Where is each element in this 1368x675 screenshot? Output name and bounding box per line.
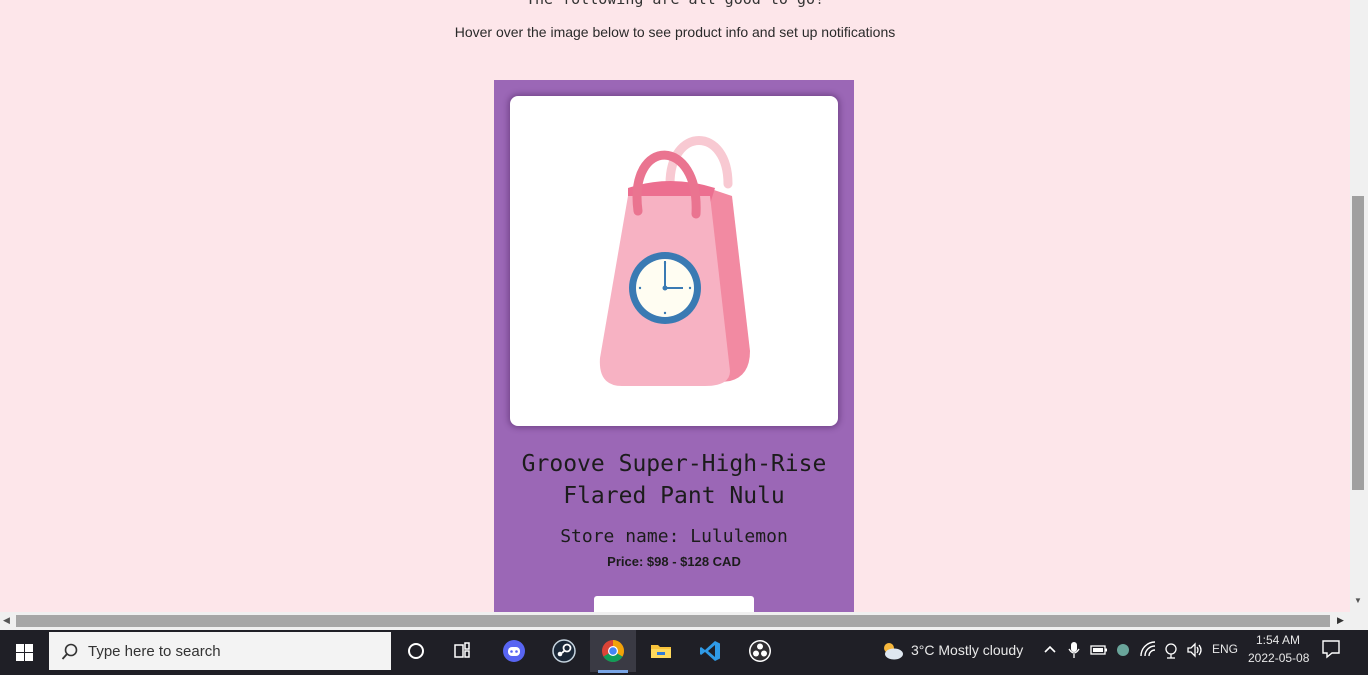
clock-time[interactable]: 1:54 AM xyxy=(1256,633,1300,647)
product-card: Groove Super-High-Rise Flared Pant Nulu … xyxy=(494,80,854,612)
vertical-scroll-thumb[interactable] xyxy=(1352,196,1364,490)
chrome-app[interactable] xyxy=(590,630,636,673)
store-name: Store name: Lululemon xyxy=(560,526,788,547)
web-page: The following are all good to go! Hover … xyxy=(0,0,1350,612)
windows-taskbar: Type here to search 3°C Mostly cloudy EN… xyxy=(0,630,1368,675)
discord-app[interactable] xyxy=(491,630,537,672)
cortana-circle-icon xyxy=(408,643,424,659)
shopping-bag-clock-icon xyxy=(599,136,750,386)
task-view-button[interactable] xyxy=(440,630,486,672)
network-icon[interactable] xyxy=(1163,640,1179,660)
steam-icon xyxy=(552,639,576,663)
instruction-text: Hover over the image below to see produc… xyxy=(454,24,896,40)
obs-icon xyxy=(749,640,771,662)
product-title: Groove Super-High-Rise Flared Pant Nulu xyxy=(521,451,827,509)
scroll-right-arrow-icon[interactable]: ▶ xyxy=(1337,615,1344,626)
notify-button[interactable] xyxy=(594,596,754,612)
scroll-down-arrow-icon[interactable]: ▼ xyxy=(1354,596,1362,605)
windows-logo-icon xyxy=(16,644,33,661)
vscode-icon xyxy=(700,641,720,661)
microphone-icon[interactable] xyxy=(1068,640,1080,660)
volume-icon[interactable] xyxy=(1186,640,1204,660)
steam-app[interactable] xyxy=(541,630,587,672)
clock-date[interactable]: 2022-05-08 xyxy=(1248,651,1309,665)
product-image[interactable] xyxy=(510,96,838,426)
page-heading: The following are all good to go! xyxy=(0,0,1350,8)
obs-app[interactable] xyxy=(737,630,783,672)
file-explorer-icon xyxy=(651,645,671,658)
partly-cloudy-icon xyxy=(884,643,903,660)
notification-center-icon[interactable] xyxy=(1320,638,1342,660)
discord-icon xyxy=(503,640,525,662)
horizontal-scrollbar[interactable]: ◀ ▶ xyxy=(0,612,1368,630)
wifi-icon[interactable] xyxy=(1139,640,1157,660)
taskbar-search-box[interactable]: Type here to search xyxy=(49,632,391,670)
horizontal-scroll-thumb[interactable] xyxy=(16,615,1330,627)
search-icon xyxy=(61,643,78,660)
vertical-scrollbar[interactable]: ▼ xyxy=(1350,0,1368,612)
start-button[interactable] xyxy=(0,630,48,675)
product-price: Price: $98 - $128 CAD xyxy=(607,554,741,569)
app-tray-icon[interactable] xyxy=(1115,640,1131,660)
language-indicator[interactable]: ENG xyxy=(1212,642,1238,656)
battery-icon[interactable] xyxy=(1090,640,1108,660)
file-explorer-app[interactable] xyxy=(638,630,684,672)
vscode-app[interactable] xyxy=(687,630,733,672)
chrome-icon xyxy=(602,640,624,662)
chevron-up-icon[interactable] xyxy=(1043,640,1057,660)
scroll-left-arrow-icon[interactable]: ◀ xyxy=(3,615,10,626)
search-placeholder: Type here to search xyxy=(88,643,221,660)
cortana-button[interactable] xyxy=(393,630,439,672)
task-view-icon xyxy=(454,642,470,658)
weather-text[interactable]: 3°C Mostly cloudy xyxy=(911,642,1023,658)
